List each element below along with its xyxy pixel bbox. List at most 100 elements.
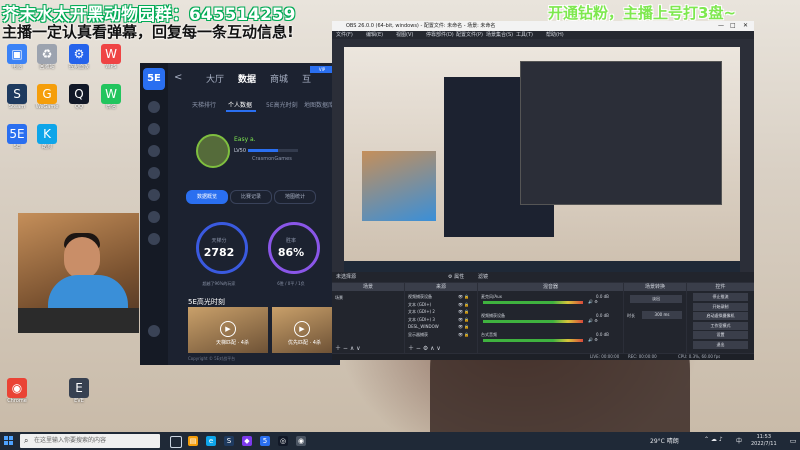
source-controls[interactable]: ＋ − ⚙ ∧ ∨ [408, 343, 441, 352]
obs-menu-item[interactable]: 视图(V) [396, 31, 413, 39]
nav-tab-more[interactable]: 互 [302, 72, 311, 85]
scene-controls[interactable]: ＋ − ∧ ∨ [335, 343, 361, 352]
highlight-video-2[interactable]: ▶ [272, 307, 332, 353]
source-item[interactable]: DESL_WINDOW 👁 🔒 [408, 324, 469, 329]
properties-button[interactable]: ⚙ 属性 [448, 272, 464, 282]
obs-menu-item[interactable]: 文件(F) [336, 31, 353, 39]
maximize-icon[interactable]: □ [730, 21, 736, 31]
highlight-video-1[interactable]: ▶ [188, 307, 268, 353]
desktop-icon[interactable]: W WPS [96, 44, 126, 78]
windows-start-icon[interactable] [4, 436, 14, 446]
visibility-lock-icon[interactable]: 👁 🔒 [458, 294, 469, 299]
obs-menu-item[interactable]: 工具(T) [516, 31, 533, 39]
obs-menu-item[interactable]: 帮助(H) [546, 31, 564, 39]
visibility-lock-icon[interactable]: 👁 🔒 [458, 317, 469, 322]
sidebar-video-icon[interactable] [148, 211, 160, 223]
back-button[interactable]: < [174, 72, 182, 83]
play-icon[interactable]: ▶ [294, 321, 310, 337]
desktop-icon-label: 控制面板 [68, 64, 89, 70]
visibility-lock-icon[interactable]: 👁 🔒 [458, 309, 469, 314]
nav-tab-shop[interactable]: 商城 [270, 72, 288, 85]
webcam-person-head [64, 237, 100, 279]
scene-item[interactable]: 场景 [335, 295, 343, 301]
obs-menu-item[interactable]: 场景集合(S) [486, 31, 513, 39]
obs-taskbar-icon[interactable]: ◎ [278, 436, 288, 446]
close-icon[interactable]: ✕ [743, 21, 748, 31]
visibility-lock-icon[interactable]: 👁 🔒 [458, 332, 469, 337]
nav-tab-lobby[interactable]: 大厅 [206, 72, 224, 85]
taskbar-clock[interactable]: 11:53 2022/7/11 [751, 434, 777, 448]
app-icon: ♻ [37, 44, 57, 64]
desktop-icon[interactable]: K 酷狗 [32, 124, 62, 158]
desktop-icon-label: WPS [105, 64, 117, 70]
mute-settings-icon[interactable]: 🔊 ⚙ [588, 318, 598, 323]
weather-status[interactable]: 29°C 晴朗 [650, 436, 679, 445]
source-item[interactable]: 文本 (GDI+) 👁 🔒 [408, 302, 469, 308]
control-button[interactable]: 启动虚拟摄像机 [693, 312, 748, 320]
steam-icon[interactable]: S [224, 436, 234, 446]
desktop-icon[interactable]: Q QQ [64, 84, 94, 118]
obs-menu-item[interactable]: 停靠部件(D) [426, 31, 454, 39]
desktop-icon-label: 5E [13, 144, 21, 150]
source-item[interactable]: 显示器捕获 👁 🔒 [408, 332, 469, 338]
subnav-map-db[interactable]: 地图数据库 [304, 100, 334, 109]
desktop-icon[interactable]: ◉ Chrome [2, 378, 32, 412]
webcam-keyboard [18, 308, 139, 333]
desktop-icon[interactable]: 5E 5E [2, 124, 32, 158]
tab-match-history[interactable]: 比赛记录 [230, 190, 272, 204]
sidebar-home-icon[interactable] [148, 101, 160, 113]
sidebar-match-icon[interactable] [148, 123, 160, 135]
sidebar-shop-icon[interactable] [148, 189, 160, 201]
app-icon[interactable]: ◆ [242, 436, 252, 446]
app-icon-2[interactable]: ◉ [296, 436, 306, 446]
filters-button[interactable]: 滤镜 [478, 272, 488, 282]
mute-settings-icon[interactable]: 🔊 ⚙ [588, 337, 598, 342]
desktop-icon[interactable]: E EVE [64, 378, 94, 412]
subnav-highlights[interactable]: 5E高光时刻 [266, 100, 298, 109]
nav-tab-data[interactable]: 数据 [238, 72, 256, 85]
task-view-icon[interactable] [170, 436, 182, 448]
subnav-ladder[interactable]: 天梯排行 [192, 100, 216, 109]
desktop-icon[interactable]: G WeGame [32, 84, 62, 118]
desktop-icon[interactable]: ▣ 电脑 [2, 44, 32, 78]
app-5e-logo[interactable]: 5E [143, 68, 165, 90]
play-icon[interactable]: ▶ [220, 321, 236, 337]
desktop-icon[interactable]: W 微信 [96, 84, 126, 118]
5e-taskbar-icon[interactable]: 5 [260, 436, 270, 446]
transition-select[interactable]: 淡出 [630, 295, 682, 303]
desktop-icon[interactable]: ⚙ 控制面板 [64, 44, 94, 78]
control-button[interactable]: 设置 [693, 331, 748, 339]
sidebar-avatar-icon[interactable] [148, 325, 160, 337]
control-button[interactable]: 退出 [693, 340, 748, 349]
source-item[interactable]: 文本 (GDI+) 2 👁 🔒 [408, 309, 469, 315]
subnav-personal-data[interactable]: 个人数据 [228, 100, 252, 109]
control-button[interactable]: 开始录制 [693, 302, 748, 311]
tray-icons[interactable]: ⌃ ☁ ♪ [704, 436, 723, 443]
source-item[interactable]: 文本 (GDI+) 3 👁 🔒 [408, 317, 469, 323]
obs-titlebar[interactable]: OBS 26.0.0 (64-bit, windows) - 配置文件: 未命名… [332, 21, 754, 31]
taskbar-search-box[interactable]: ⌕ 在这里输入你要搜索的内容 [20, 434, 160, 448]
visibility-lock-icon[interactable]: 👁 🔒 [458, 324, 469, 329]
visibility-lock-icon[interactable]: 👁 🔒 [458, 302, 469, 307]
desktop-icon[interactable]: S Steam [2, 84, 32, 118]
mute-settings-icon[interactable]: 🔊 ⚙ [588, 299, 598, 304]
tab-overview[interactable]: 数据概览 [186, 190, 228, 204]
obs-menu-item[interactable]: 配置文件(P) [456, 31, 483, 39]
sidebar-chat-icon[interactable] [148, 167, 160, 179]
control-button[interactable]: 停止推流 [693, 293, 748, 301]
sidebar-friends-icon[interactable] [148, 145, 160, 157]
notification-icon[interactable]: ▭ [788, 436, 798, 446]
sidebar-settings-icon[interactable] [148, 233, 160, 245]
file-explorer-icon[interactable]: ▤ [188, 436, 198, 446]
player-avatar[interactable] [196, 134, 230, 168]
ime-indicator[interactable]: 中 [736, 436, 742, 445]
desktop-icon[interactable]: ♻ 回收站 [32, 44, 62, 78]
minimize-icon[interactable]: — [718, 21, 724, 31]
control-button[interactable]: 工作室模式 [693, 321, 748, 330]
source-item[interactable]: 视频捕获设备 👁 🔒 [408, 294, 469, 300]
obs-preview-canvas[interactable] [344, 47, 740, 272]
duration-input[interactable]: 300 ms [642, 311, 682, 319]
edge-icon[interactable]: e [206, 436, 216, 446]
tab-map-stats[interactable]: 地图统计 [274, 190, 316, 204]
obs-menu-item[interactable]: 编辑(E) [366, 31, 383, 39]
